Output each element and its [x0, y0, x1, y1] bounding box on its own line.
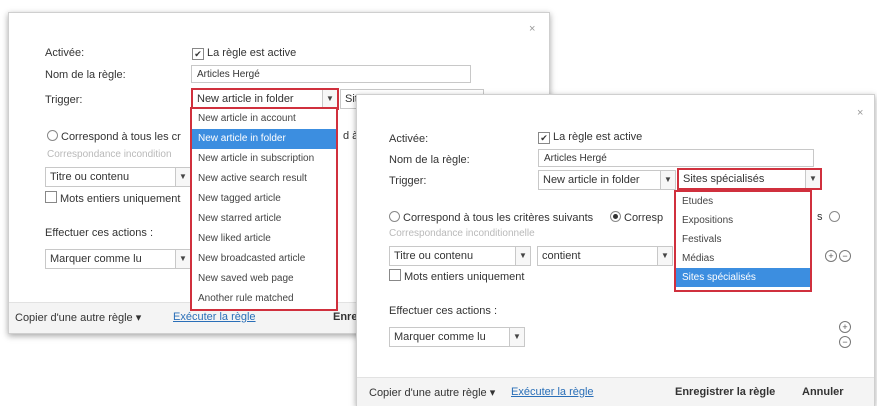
checkbox-icon [45, 191, 57, 203]
whole-words-label: Mots entiers uniquement [404, 271, 525, 283]
active-checkbox[interactable]: ✔ La règle est active [538, 131, 642, 144]
action-select-value: Marquer comme lu [50, 253, 142, 265]
copy-rule-label: Copier d'une autre règle [15, 312, 133, 324]
caret-down-icon: ▾ [489, 387, 496, 399]
whole-words-checkbox[interactable]: Mots entiers uniquement [389, 269, 524, 283]
caret-down-icon: ▾ [135, 312, 142, 324]
trigger-option[interactable]: New saved web page [192, 269, 336, 289]
folder-option[interactable]: Médias [676, 249, 810, 268]
action-select[interactable]: Marquer comme lu ▼ [389, 327, 525, 347]
activee-label: Activée: [45, 47, 85, 59]
active-checkbox-label: La règle est active [553, 131, 643, 143]
active-checkbox-label: La règle est active [207, 47, 297, 59]
folder-option[interactable]: Sites spécialisés [676, 268, 810, 287]
match-all-radio[interactable]: Correspond à tous les cr [47, 130, 181, 143]
rule-name-input[interactable]: Articles Hergé [191, 65, 471, 83]
match-all-radio[interactable]: Correspond à tous les critères suivants [389, 211, 593, 224]
trigger-option[interactable]: New broadcasted article [192, 249, 336, 269]
radio-icon [389, 211, 400, 222]
match-all-label: Correspond à tous les critères suivants [403, 212, 594, 224]
chevron-down-icon: ▼ [660, 171, 675, 189]
trigger-value: New article in folder [543, 174, 640, 186]
add-condition-icon[interactable]: + [825, 250, 837, 262]
field-select[interactable]: Titre ou contenu ▼ [389, 246, 531, 266]
folder-option[interactable]: Festivals [676, 230, 810, 249]
actions-label: Effectuer ces actions : [389, 305, 498, 317]
trigger-option[interactable]: New tagged article [192, 189, 336, 209]
rule-name-label: Nom de la règle: [389, 154, 470, 166]
trigger-option[interactable]: Another rule matched [192, 289, 336, 309]
folder-option[interactable]: Expositions [676, 211, 810, 230]
trigger-option[interactable]: New liked article [192, 229, 336, 249]
add-action-icon[interactable]: + [839, 321, 851, 333]
folder-option[interactable]: Etudes [676, 192, 810, 211]
rule-name-value: Articles Hergé [197, 69, 260, 80]
trigger-label: Trigger: [45, 94, 83, 106]
save-button-partial[interactable]: Enre [333, 311, 357, 323]
checkbox-checked-icon: ✔ [192, 48, 204, 60]
radio-icon [47, 130, 58, 141]
chevron-down-icon: ▼ [515, 247, 530, 265]
trigger-dropdown-list: New article in account New article in fol… [190, 107, 338, 311]
radio-icon [829, 211, 840, 222]
folder-select[interactable]: Sites spécialisés ▼ [677, 168, 822, 190]
trigger-select[interactable]: New article in folder ▼ [538, 170, 676, 190]
match-all-label: Correspond à tous les cr [61, 131, 181, 143]
match-any-label: Corresp [624, 212, 664, 224]
action-select[interactable]: Marquer comme lu ▼ [45, 249, 191, 269]
folder-select-value: Sites spécialisés [683, 173, 765, 185]
match-tail: s [817, 211, 823, 223]
copy-rule-label: Copier d'une autre règle [369, 387, 487, 399]
action-select-value: Marquer comme lu [394, 331, 486, 343]
unconditional-label: Correspondance incondition [47, 149, 172, 160]
remove-condition-icon[interactable]: − [839, 250, 851, 262]
close-icon[interactable]: × [529, 23, 535, 35]
chevron-down-icon: ▼ [657, 247, 672, 265]
field-select-value: Titre ou contenu [394, 250, 474, 262]
active-checkbox[interactable]: ✔ La règle est active [192, 47, 296, 60]
remove-action-icon[interactable]: − [839, 336, 851, 348]
dialog-footer: Copier d'une autre règle ▾ Exécuter la r… [357, 377, 874, 406]
unconditional-label: Correspondance inconditionnelle [389, 228, 535, 239]
trigger-label: Trigger: [389, 175, 427, 187]
run-rule-link[interactable]: Exécuter la règle [511, 386, 594, 398]
rule-name-value: Articles Hergé [544, 153, 607, 164]
save-rule-button[interactable]: Enregistrer la règle [675, 386, 775, 398]
chevron-down-icon: ▼ [509, 328, 524, 346]
trigger-value: New article in folder [197, 93, 294, 105]
checkbox-checked-icon: ✔ [538, 132, 550, 144]
checkbox-icon [389, 269, 401, 281]
trigger-option[interactable]: New active search result [192, 169, 336, 189]
chevron-down-icon: ▼ [322, 90, 337, 108]
operator-select[interactable]: contient ▼ [537, 246, 673, 266]
run-rule-link[interactable]: Exécuter la règle [173, 311, 256, 323]
actions-label: Effectuer ces actions : [45, 227, 154, 239]
folder-dropdown-list: Etudes Expositions Festivals Médias Sites sp… [674, 190, 812, 292]
rule-name-label: Nom de la règle: [45, 69, 126, 81]
activee-label: Activée: [389, 133, 429, 145]
chevron-down-icon: ▼ [805, 170, 820, 188]
trigger-option[interactable]: New article in subscription [192, 149, 336, 169]
trigger-option[interactable]: New starred article [192, 209, 336, 229]
cancel-button[interactable]: Annuler [802, 386, 844, 398]
copy-rule-menu[interactable]: Copier d'une autre règle ▾ [369, 386, 495, 399]
whole-words-label: Mots entiers uniquement [60, 193, 181, 205]
trigger-option[interactable]: New article in folder [192, 129, 336, 149]
trigger-option[interactable]: New article in account [192, 109, 336, 129]
field-select-value: Titre ou contenu [50, 171, 130, 183]
chevron-down-icon: ▼ [175, 168, 190, 186]
unconditional-radio[interactable] [829, 211, 843, 224]
operator-select-value: contient [542, 250, 581, 262]
radio-selected-icon [610, 211, 621, 222]
match-any-radio[interactable]: Corresp [610, 211, 663, 224]
copy-rule-menu[interactable]: Copier d'une autre règle ▾ [15, 311, 141, 324]
field-select[interactable]: Titre ou contenu ▼ [45, 167, 191, 187]
rule-name-input[interactable]: Articles Hergé [538, 149, 814, 167]
close-icon[interactable]: × [857, 107, 863, 119]
chevron-down-icon: ▼ [175, 250, 190, 268]
whole-words-checkbox[interactable]: Mots entiers uniquement [45, 191, 180, 205]
